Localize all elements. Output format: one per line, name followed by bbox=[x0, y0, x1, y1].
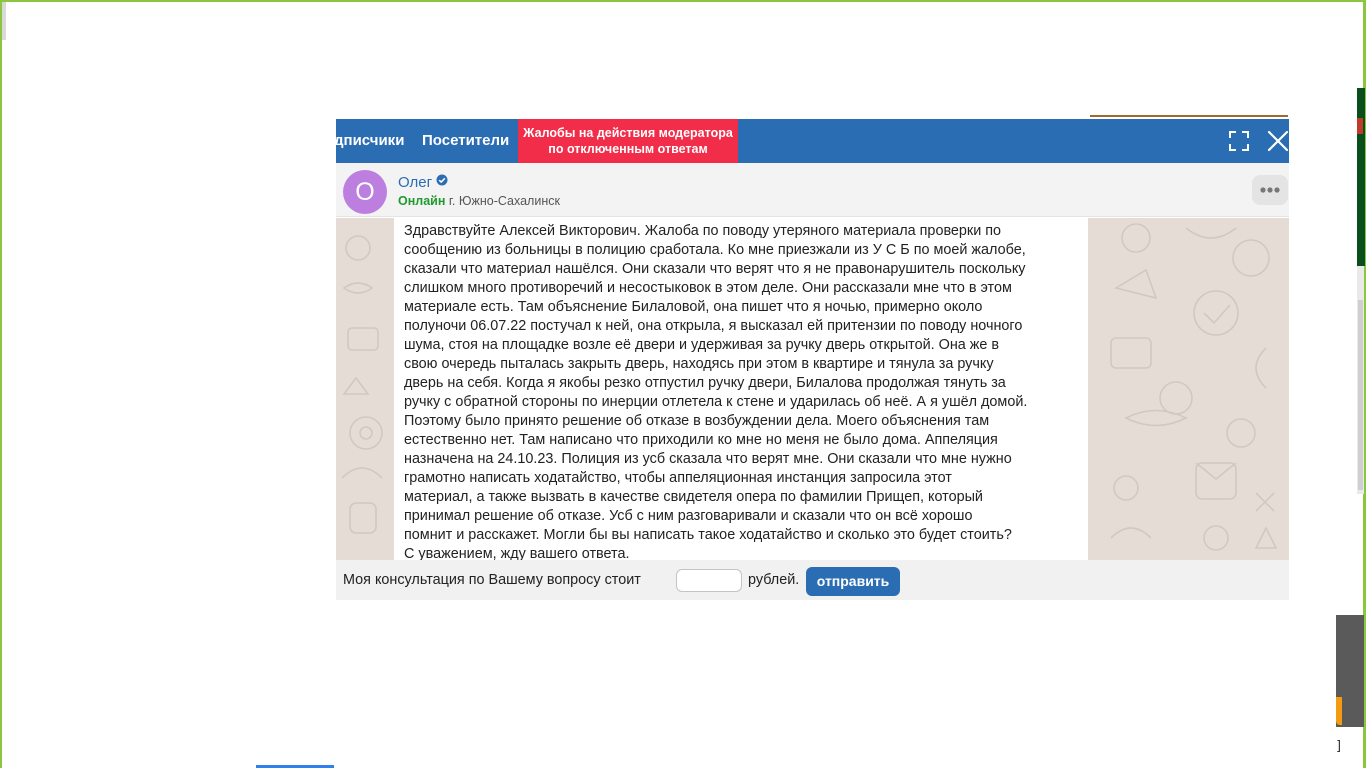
message-area[interactable]: Здравствуйте Алексей Викторович. Жалоба … bbox=[336, 218, 1289, 560]
chat-window: дписчики Посетители Жалобы на действия м… bbox=[336, 117, 1289, 600]
user-status-line: Онлайн г. Южно-Сахалинск bbox=[398, 194, 560, 208]
page-corner bbox=[2, 2, 6, 40]
more-icon bbox=[1260, 187, 1280, 193]
background-bracket-icon: ] bbox=[1336, 739, 1342, 754]
expand-icon bbox=[1229, 131, 1249, 151]
message-text: Здравствуйте Алексей Викторович. Жалоба … bbox=[404, 223, 1028, 560]
expand-button[interactable] bbox=[1225, 127, 1253, 155]
chat-topbar: дписчики Посетители Жалобы на действия м… bbox=[336, 119, 1289, 163]
verified-icon bbox=[436, 174, 448, 186]
tab-visitors[interactable]: Посетители bbox=[422, 119, 509, 163]
close-button[interactable] bbox=[1264, 127, 1289, 155]
page-border-top bbox=[0, 0, 1366, 2]
tab-complaints-line1: Жалобы на действия модератора bbox=[523, 126, 733, 140]
background-marker bbox=[1357, 118, 1363, 134]
tab-complaints-label: Жалобы на действия модератора по отключе… bbox=[523, 125, 733, 157]
background-image-fragment bbox=[1357, 88, 1365, 266]
tab-complaints-line2: по отключенным ответам bbox=[548, 142, 708, 156]
more-options-button[interactable] bbox=[1252, 175, 1288, 205]
tab-moderator-complaints[interactable]: Жалобы на действия модератора по отключе… bbox=[518, 119, 738, 163]
online-status: Онлайн bbox=[398, 194, 446, 208]
avatar[interactable]: О bbox=[343, 170, 387, 214]
price-label: Моя консультация по Вашему вопросу стоит bbox=[343, 572, 641, 588]
tab-subscribers[interactable]: дписчики bbox=[336, 119, 404, 163]
user-city: г. Южно-Сахалинск bbox=[448, 194, 560, 208]
price-unit: рублей. bbox=[748, 572, 800, 588]
message-bubble: Здравствуйте Алексей Викторович. Жалоба … bbox=[394, 218, 1088, 560]
page-border-left bbox=[0, 0, 2, 518]
close-icon bbox=[1267, 130, 1289, 152]
consultation-price-form: Моя консультация по Вашему вопросу стоит… bbox=[336, 560, 1289, 600]
chat-header: О Олег Онлайн г. Южно-Сахалинск bbox=[336, 163, 1289, 217]
send-button[interactable]: отправить bbox=[806, 567, 900, 596]
price-input[interactable] bbox=[676, 569, 742, 592]
background-orange-badge bbox=[1336, 697, 1342, 725]
screen: ] дписчики Посетители Жалобы на действия… bbox=[0, 0, 1366, 768]
background-scroll-thumb[interactable] bbox=[1358, 300, 1363, 490]
page-border-left-lower bbox=[0, 518, 2, 768]
user-name[interactable]: Олег bbox=[398, 174, 432, 191]
